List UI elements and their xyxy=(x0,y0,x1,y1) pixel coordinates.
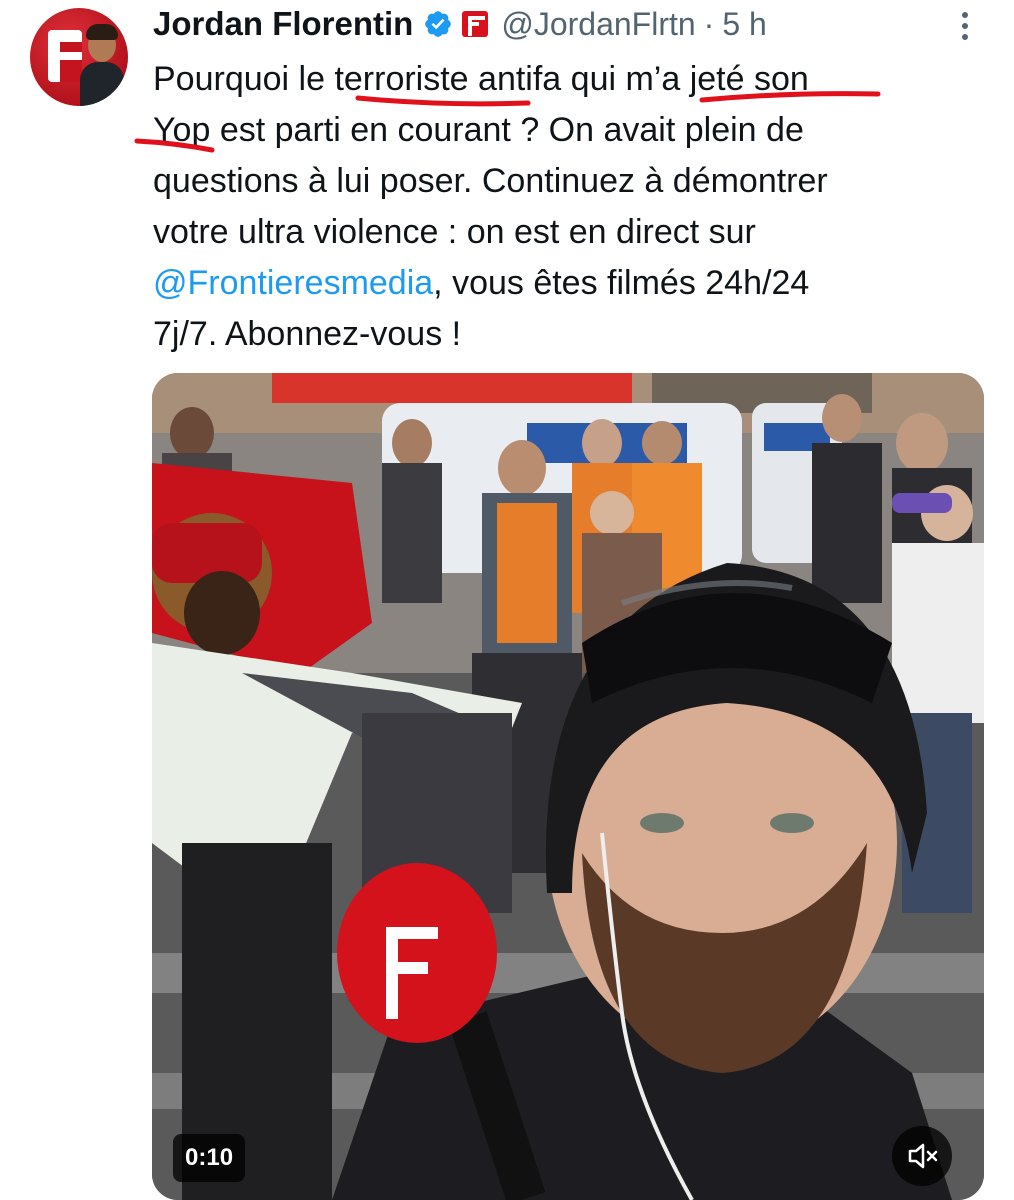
tweet-text-line: questions à lui poser. Continuez à démon… xyxy=(153,162,828,200)
more-options-icon[interactable] xyxy=(955,12,975,42)
video-duration: 0:10 xyxy=(173,1134,246,1182)
tweet-text-line: votre ultra violence : on est en direct … xyxy=(153,213,756,251)
tweet-text: Pourquoi le terroriste antifa qui m’a je… xyxy=(153,54,973,360)
mention-link[interactable]: @Frontieresmedia xyxy=(153,264,433,302)
frontieres-affiliate-icon[interactable] xyxy=(462,11,489,37)
verified-badge-icon xyxy=(425,11,452,37)
tweet-text-line: @Frontieresmedia, vous êtes filmés 24h/2… xyxy=(153,258,973,309)
video-player[interactable] xyxy=(152,373,984,1200)
author-handle[interactable]: @JordanFlrtn xyxy=(501,6,695,43)
tweet-text-line: Yop est parti en courant ? On avait plei… xyxy=(153,111,804,149)
separator-dot: · xyxy=(703,5,715,42)
video-frame xyxy=(152,373,984,1200)
frontieres-logo-icon xyxy=(48,30,82,82)
tweet-header: Jordan Florentin @JordanFlrtn · 5 h xyxy=(153,3,767,45)
tweet-text-line: 7j/7. Abonnez-vous ! xyxy=(153,315,462,353)
tweet[interactable]: Jordan Florentin @JordanFlrtn · 5 h Pour… xyxy=(0,0,1014,1200)
avatar-person xyxy=(80,24,124,106)
tweet-text-segment: , vous êtes filmés 24h/24 xyxy=(433,264,810,302)
tweet-time[interactable]: 5 h xyxy=(722,6,766,43)
volume-muted-icon[interactable] xyxy=(892,1126,952,1186)
tweet-text-line: Pourquoi le terroriste antifa qui m’a je… xyxy=(153,60,809,98)
author-avatar[interactable] xyxy=(30,8,128,106)
author-name[interactable]: Jordan Florentin xyxy=(153,5,413,43)
